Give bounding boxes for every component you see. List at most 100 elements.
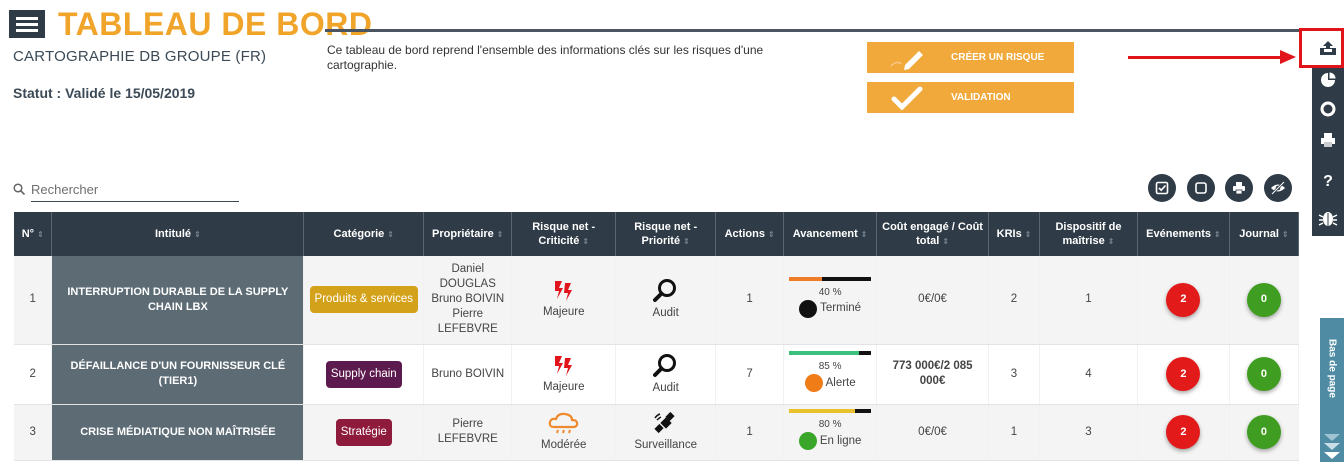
status-text: Statut : Validé le 15/05/2019 bbox=[13, 85, 196, 101]
validation-label: VALIDATION bbox=[951, 92, 1011, 103]
pencil-icon bbox=[867, 46, 947, 70]
risk-number: 1 bbox=[14, 256, 53, 345]
column-header-controls[interactable]: Dispositif de maîtrise ⇕ bbox=[1039, 212, 1138, 256]
actions-count: 1 bbox=[715, 256, 785, 345]
export-icon[interactable] bbox=[1312, 34, 1344, 62]
column-header-progress[interactable]: Avancement ⇕ bbox=[783, 212, 878, 256]
print-icon[interactable] bbox=[1225, 174, 1253, 202]
progress-bar bbox=[789, 409, 872, 413]
category-badge: Supply chain bbox=[325, 360, 402, 388]
actions-count: 7 bbox=[715, 344, 785, 405]
progress-percent: 80 % bbox=[818, 419, 842, 430]
progress-state: En ligne bbox=[798, 432, 862, 450]
risk-number: 2 bbox=[14, 344, 53, 405]
storm-cloud-icon bbox=[548, 412, 578, 433]
risk-table: N° ⇕ Intitulé ⇕ Catégorie ⇕ Propriétaire ⇕ R… bbox=[14, 212, 1300, 461]
risk-title[interactable]: DÉFAILLANCE D'UN FOURNISSEUR CLÉ (TIER1) bbox=[51, 344, 305, 405]
search-icon bbox=[13, 183, 25, 195]
help-icon[interactable]: ? bbox=[1312, 168, 1344, 196]
annotation-arrowhead bbox=[1280, 50, 1296, 64]
page-title: TABLEAU DE BORD bbox=[58, 6, 373, 42]
controls-count: 3 bbox=[1039, 404, 1138, 461]
controls-count: 4 bbox=[1039, 344, 1138, 405]
printer-icon[interactable] bbox=[1312, 126, 1344, 154]
events-count-badge[interactable]: 2 bbox=[1166, 282, 1201, 317]
progress-state: Alerte bbox=[804, 374, 856, 392]
category-badge: Stratégie bbox=[335, 418, 392, 446]
table-row[interactable]: 2 DÉFAILLANCE D'UN FOURNISSEUR CLÉ (TIER… bbox=[14, 344, 1300, 405]
lightning-icon bbox=[554, 281, 572, 302]
priority-label: Surveillance bbox=[634, 438, 697, 451]
magnifier-icon bbox=[652, 353, 676, 377]
table-header-row: N° ⇕ Intitulé ⇕ Catégorie ⇕ Propriétaire ⇕ R… bbox=[14, 212, 1300, 256]
validation-button[interactable]: VALIDATION bbox=[867, 82, 1074, 113]
criticity-label: Majeure bbox=[542, 380, 585, 393]
cartography-name: CARTOGRAPHIE DB GROUPE (FR) bbox=[13, 48, 267, 65]
risk-title[interactable]: INTERRUPTION DURABLE DE LA SUPPLY CHAIN … bbox=[51, 256, 305, 345]
kris-count: 3 bbox=[988, 344, 1040, 405]
kris-count: 1 bbox=[988, 404, 1040, 461]
cost-value: 0€/0€ bbox=[876, 256, 990, 345]
progress-state: Terminé bbox=[799, 299, 862, 318]
hide-icon[interactable] bbox=[1264, 174, 1292, 202]
lifebuoy-icon[interactable] bbox=[1312, 95, 1344, 123]
menu-icon[interactable] bbox=[9, 10, 45, 38]
cost-value: 773 000€/2 085 000€ bbox=[876, 344, 990, 405]
criticity-label: Modérée bbox=[541, 438, 587, 451]
column-header-events[interactable]: Evénements ⇕ bbox=[1137, 212, 1230, 256]
column-header-category[interactable]: Catégorie ⇕ bbox=[303, 212, 425, 256]
priority-label: Audit bbox=[652, 381, 679, 394]
journal-count-badge[interactable]: 0 bbox=[1246, 282, 1281, 317]
risk-owner: Daniel DOUGLAS Bruno BOIVIN Pierre LEFEB… bbox=[423, 256, 513, 345]
column-header-owner[interactable]: Propriétaire ⇕ bbox=[423, 212, 513, 256]
progress-bar bbox=[789, 276, 872, 281]
journal-count-badge[interactable]: 0 bbox=[1246, 415, 1281, 449]
state-label: Alerte bbox=[825, 376, 856, 389]
title-divider bbox=[325, 29, 1300, 32]
risk-owner: Pierre LEFEBVRE bbox=[423, 404, 513, 461]
state-dot bbox=[804, 374, 823, 392]
actions-count: 1 bbox=[715, 404, 785, 461]
kris-count: 2 bbox=[988, 256, 1040, 345]
progress-bar bbox=[789, 351, 872, 355]
column-header-priority[interactable]: Risque net - Priorité ⇕ bbox=[615, 212, 717, 256]
table-row[interactable]: 1 INTERRUPTION DURABLE DE LA SUPPLY CHAI… bbox=[14, 256, 1300, 345]
state-dot bbox=[799, 299, 818, 318]
table-row[interactable]: 3 CRISE MÉDIATIQUE NON MAÎTRISÉE Stratég… bbox=[14, 404, 1300, 461]
risk-number: 3 bbox=[14, 404, 53, 461]
events-count-badge[interactable]: 2 bbox=[1166, 415, 1201, 449]
column-header-kris[interactable]: KRIs ⇕ bbox=[988, 212, 1040, 256]
column-header-actions[interactable]: Actions ⇕ bbox=[715, 212, 785, 256]
square-icon[interactable] bbox=[1187, 174, 1215, 202]
search-input[interactable] bbox=[31, 178, 239, 202]
pie-chart-icon[interactable] bbox=[1312, 66, 1344, 94]
chevron-down-icon[interactable] bbox=[1322, 432, 1342, 462]
dashboard-description: Ce tableau de bord reprend l'ensemble de… bbox=[327, 43, 764, 72]
create-risk-button[interactable]: CRÉER UN RISQUE bbox=[867, 42, 1074, 73]
progress-fill bbox=[789, 276, 822, 281]
journal-count-badge[interactable]: 0 bbox=[1246, 357, 1281, 391]
state-label: En ligne bbox=[819, 434, 862, 447]
risk-owner: Bruno BOIVIN bbox=[423, 344, 513, 405]
state-label: Terminé bbox=[820, 302, 862, 315]
bug-icon[interactable] bbox=[1312, 204, 1344, 232]
category-badge: Produits & services bbox=[309, 286, 418, 314]
column-header-journal[interactable]: Journal ⇕ bbox=[1229, 212, 1300, 256]
checkmark-icon bbox=[867, 86, 947, 110]
progress-fill bbox=[789, 351, 859, 355]
satellite-icon bbox=[654, 411, 675, 433]
column-header-number[interactable]: N° ⇕ bbox=[14, 212, 53, 256]
events-count-badge[interactable]: 2 bbox=[1166, 357, 1201, 391]
controls-count: 1 bbox=[1039, 256, 1138, 345]
progress-percent: 40 % bbox=[818, 286, 842, 298]
column-header-cost[interactable]: Coût engagé / Coût total ⇕ bbox=[876, 212, 990, 256]
column-header-criticity[interactable]: Risque net - Criticité ⇕ bbox=[511, 212, 617, 256]
check-square-icon[interactable] bbox=[1148, 174, 1176, 202]
page-bottom-label: Bas de page bbox=[1326, 338, 1338, 398]
priority-label: Audit bbox=[652, 307, 679, 320]
magnifier-icon bbox=[652, 279, 676, 303]
annotation-arrow bbox=[1128, 56, 1284, 59]
column-header-title[interactable]: Intitulé ⇕ bbox=[51, 212, 305, 256]
progress-fill bbox=[789, 409, 855, 413]
risk-title[interactable]: CRISE MÉDIATIQUE NON MAÎTRISÉE bbox=[51, 404, 305, 461]
